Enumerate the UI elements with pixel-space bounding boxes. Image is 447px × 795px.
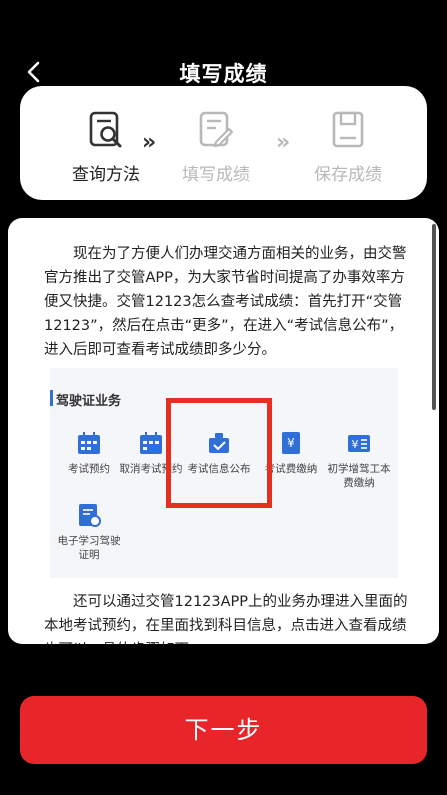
payment-icon: ¥	[282, 432, 300, 454]
service-exam-booking: 考试预约	[54, 430, 124, 476]
next-step-button[interactable]: 下一步	[20, 696, 427, 764]
article-card[interactable]: 现在为了方便人们办理交通方面相关的业务，由交警官方推出了交管APP，为大家节省时…	[8, 218, 439, 644]
step-fill-score[interactable]: 填写成绩	[168, 110, 264, 185]
edit-doc-icon	[199, 111, 234, 148]
step-save-score[interactable]: 保存成绩	[300, 110, 396, 185]
chevron-double-icon: »	[142, 130, 157, 155]
section-title: 驾驶证业务	[56, 394, 122, 409]
svg-text:¥: ¥	[352, 438, 359, 451]
step-label: 保存成绩	[314, 165, 382, 185]
step-label: 填写成绩	[182, 165, 250, 185]
service-label: 考试预约	[68, 463, 110, 475]
save-icon	[332, 111, 364, 148]
service-learner-fee: ¥ 初学增驾工本费缴纳	[324, 430, 394, 490]
app-screenshot-image: 驾驶证业务 考试预约 取消考试预约 考试信息公布 ¥ 考试费缴纳 ¥ 初学增驾工…	[50, 368, 398, 578]
page-title: 填写成绩	[179, 62, 268, 86]
fee-icon: ¥	[348, 435, 370, 452]
service-label: 初学增驾工本费缴纳	[327, 463, 391, 489]
step-label: 查询方法	[72, 165, 140, 185]
calendar-cancel-icon	[140, 432, 162, 454]
search-doc-icon	[89, 111, 122, 148]
chevron-double-icon: »	[276, 130, 291, 155]
highlight-box	[166, 398, 272, 508]
step-query-method[interactable]: 查询方法	[58, 110, 154, 185]
service-e-cert: 电子学习驾驶证明	[54, 502, 124, 562]
e-cert-icon	[79, 504, 101, 527]
steps-panel: 查询方法 » 填写成绩 » 保存成绩	[20, 86, 427, 200]
service-label: 电子学习驾驶证明	[57, 535, 121, 561]
article-paragraph: 现在为了方便人们办理交通方面相关的业务，由交警官方推出了交管APP，为大家节省时…	[44, 246, 407, 358]
service-label: 考试费缴纳	[264, 463, 318, 475]
svg-text:¥: ¥	[287, 436, 295, 450]
section-marker	[50, 390, 53, 406]
calendar-icon	[78, 432, 100, 454]
article-paragraph: 还可以通过交管12123APP上的业务办理进入里面的本地考试预约，在里面找到科目…	[44, 594, 408, 644]
scrollbar[interactable]	[432, 224, 436, 410]
